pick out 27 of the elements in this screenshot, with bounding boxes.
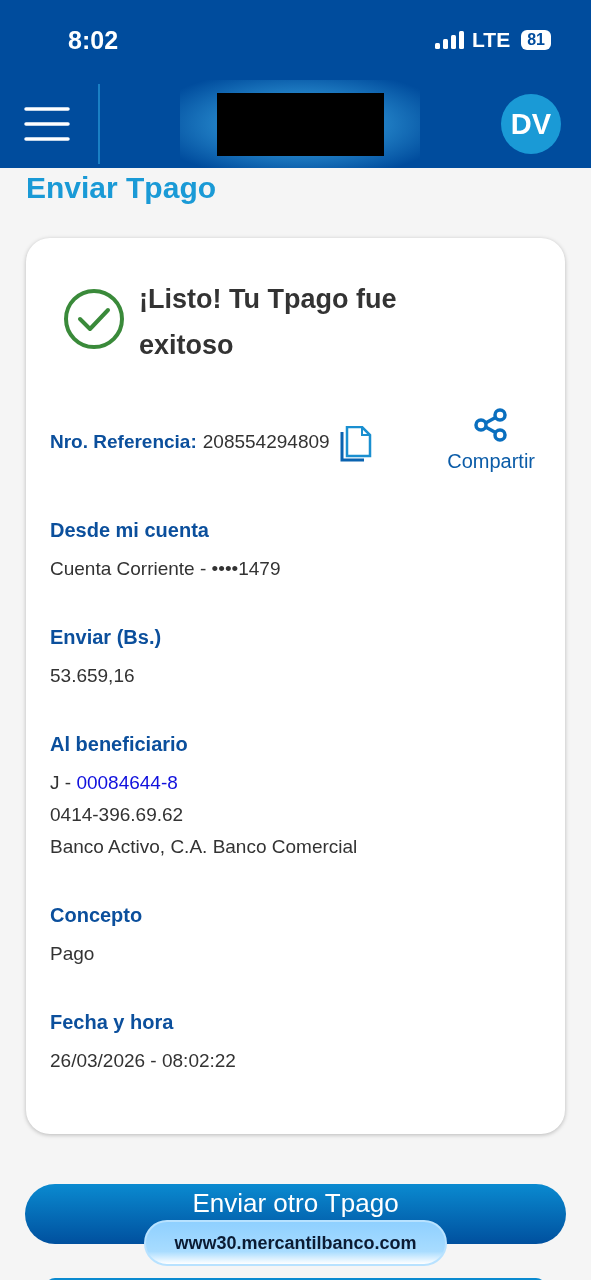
signal-icon [435,31,466,49]
detail-label: Enviar (Bs.) [50,626,163,649]
page-title: Enviar Tpago [26,170,218,206]
detail-value: 26/03/2026 - 08:02:22 [50,1050,237,1072]
network-label: LTE [472,28,511,52]
detail-label: Concepto [50,904,144,927]
share-button[interactable]: Compartir [447,408,535,473]
reference-label: Nro. Referencia: [50,431,197,453]
success-title: ¡Listo! Tu Tpago fue exitoso [139,283,398,362]
detail-label: Desde mi cuenta [50,519,210,542]
id-link[interactable]: 00084644-8 [76,772,178,793]
copy-icon[interactable] [339,426,372,462]
url-bar[interactable]: www30.mercantilbanco.com [144,1220,447,1266]
detail-value: J - 00084644-8 [50,772,179,794]
detail-value: 0414-396.69.62 [50,804,185,826]
detail-value: 53.659,16 [50,665,136,687]
reference-number: 208554294809 [202,431,330,453]
detail-label: Al beneficiario [50,733,189,756]
detail-label: Fecha y hora [50,1011,175,1034]
share-icon [473,408,510,442]
battery-level: 81 [521,30,551,50]
detail-value: Banco Activo, C.A. Banco Comercial [50,836,359,858]
check-circle-icon [63,288,125,350]
menu-button[interactable] [24,106,70,142]
status-time: 8:02 [68,25,119,55]
detail-value: Pago [50,943,96,965]
detail-value: Cuenta Corriente - ••••1479 [50,558,282,580]
